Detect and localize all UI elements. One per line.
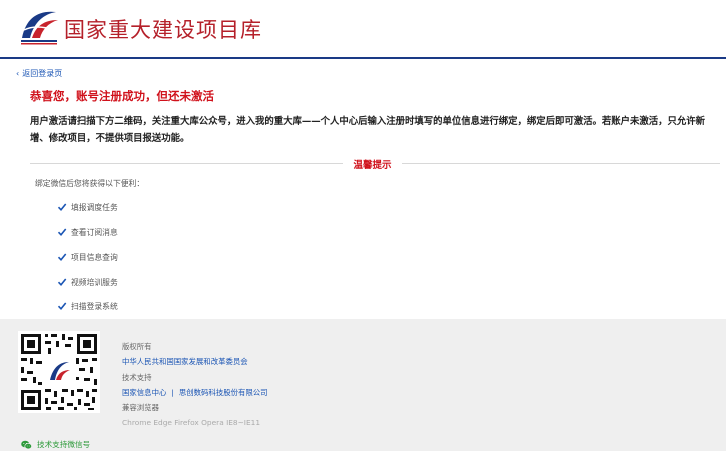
chevron-left-icon: ‹ [16,69,20,78]
wechat-support-link[interactable]: 技术支持微信号 [21,439,90,450]
checkbox-checked-icon [57,202,67,212]
project-library-logo [18,8,60,46]
support-separator: | [171,387,174,397]
footer-info: 版权所有 中华人民共和国国家发展和改革委员会 技术支持 国家信息中心 | 思创数码科… [122,339,268,431]
benefit-item: 查看订阅消息 [57,225,118,239]
benefit-item: 填报调度任务 [57,200,118,214]
copyright-owner-link[interactable]: 中华人民共和国国家发展和改革委员会 [122,354,268,369]
divider-left [30,163,343,164]
benefits-intro: 绑定微信后您将获得以下便利： [35,179,145,188]
benefit-label: 视频培训服务 [71,277,118,287]
checkbox-checked-icon [57,301,67,311]
support-label: 技术支持 [122,372,152,382]
back-to-login-label: 返回登录页 [22,69,63,78]
support-org-2-link[interactable]: 思创数码科技股份有限公司 [179,388,268,397]
browser-label: 兼容浏览器 [122,403,159,413]
activation-instructions: 用户激活请扫描下方二维码，关注重大库公众号，进入我的重大库——个人中心后输入注册… [30,116,706,144]
site-header: 国家重大建设项目库 [0,0,726,59]
benefit-item: 项目信息查询 [57,250,118,264]
success-title: 恭喜您，账号注册成功，但还未激活 [30,89,214,103]
back-to-login-link[interactable]: ‹ 返回登录页 [16,68,62,79]
benefit-label: 查看订阅消息 [71,227,118,237]
wechat-icon [21,440,32,449]
copyright-label: 版权所有 [122,342,152,351]
support-org-1-link[interactable]: 国家信息中心 [122,388,166,397]
wechat-support-label: 技术支持微信号 [37,440,91,449]
benefit-label: 填报调度任务 [71,202,118,212]
benefit-label: 项目信息查询 [71,252,118,262]
checkbox-checked-icon [57,252,67,262]
site-title: 国家重大建设项目库 [64,18,262,42]
qr-code [18,331,100,413]
checkbox-checked-icon [57,277,67,287]
benefit-label: 扫描登录系统 [71,301,118,311]
divider-right [402,163,720,164]
browser-list: Chrome Edge Firefox Opera IE8~IE11 [122,418,261,428]
benefit-item: 视频培训服务 [57,275,118,289]
benefit-item: 扫描登录系统 [57,299,118,313]
checkbox-checked-icon [57,227,67,237]
site-footer: 版权所有 中华人民共和国国家发展和改革委员会 技术支持 国家信息中心 | 思创数码科… [0,319,726,451]
tips-title: 温馨提示 [353,160,392,171]
